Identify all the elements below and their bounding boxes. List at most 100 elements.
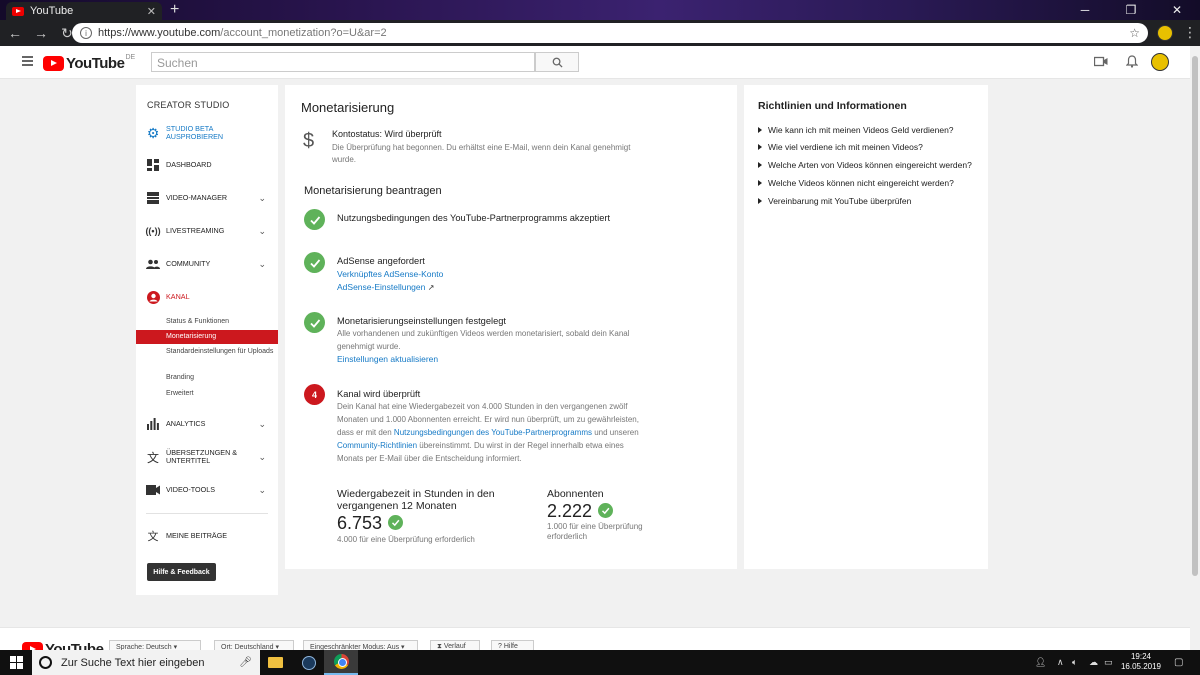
new-tab-icon[interactable]: +	[170, 1, 179, 19]
profile-avatar-icon[interactable]	[1157, 25, 1173, 41]
chevron-down-icon[interactable]: ⌄	[258, 226, 266, 237]
search-button[interactable]	[535, 52, 579, 72]
help-feedback-button[interactable]: Hilfe & Feedback	[147, 563, 216, 581]
guideline-link-label: Wie kann ich mit meinen Videos Geld verd…	[768, 125, 954, 135]
check-icon	[304, 209, 325, 230]
upload-video-icon[interactable]	[1093, 55, 1108, 70]
steam-taskbar-button[interactable]	[292, 650, 326, 675]
guideline-link[interactable]: Wie viel verdiene ich mit meinen Videos?	[758, 142, 923, 152]
sidebar-subitem-monetization[interactable]: Monetarisierung	[136, 330, 278, 344]
sidebar-item-label: ANALYTICS	[166, 419, 206, 428]
tab-close-icon[interactable]: ✕	[147, 5, 156, 18]
update-settings-link[interactable]: Einstellungen aktualisieren	[337, 354, 438, 364]
site-info-icon[interactable]: i	[80, 27, 92, 39]
menu-icon[interactable]	[22, 56, 33, 68]
sidebar-item-kanal[interactable]: KANAL	[136, 290, 278, 304]
sidebar-item-my-contributions[interactable]: 文 MEINE BEITRÄGE	[136, 529, 278, 543]
sidebar-item-dashboard[interactable]: DASHBOARD	[136, 158, 278, 172]
taskbar-search-box[interactable]: Zur Suche Text hier eingeben 🎤︎	[32, 650, 260, 675]
check-icon	[304, 312, 325, 333]
account-avatar[interactable]	[1151, 53, 1169, 71]
guidelines-panel: Richtlinien und Informationen Wie kann i…	[744, 85, 988, 569]
action-center-icon[interactable]: ▢	[1174, 657, 1183, 668]
sidebar-item-translations[interactable]: 文 ÜBERSETZUNGEN & UNTERTITEL ⌄	[136, 449, 278, 465]
logo-text: YouTube	[66, 55, 125, 72]
sidebar-item-video-manager[interactable]: VIDEO-MANAGER ⌄	[136, 191, 278, 205]
sidebar-item-studio-beta[interactable]: ⚙ STUDIO BETA AUSPROBIEREN	[136, 125, 278, 141]
step-terms-accepted: Nutzungsbedingungen des YouTube-Partnerp…	[337, 213, 611, 223]
sidebar-subitem-upload-defaults[interactable]: Standardeinstellungen für Uploads	[136, 347, 278, 357]
guideline-link-label: Wie viel verdiene ich mit meinen Videos?	[768, 142, 923, 152]
guideline-link[interactable]: Welche Arten von Videos können eingereic…	[758, 160, 972, 170]
volume-icon[interactable]: 🔈︎	[1072, 657, 1077, 668]
video-camera-icon	[146, 483, 160, 497]
onedrive-cloud-icon[interactable]: ☁	[1089, 657, 1098, 668]
guideline-link[interactable]: Vereinbarung mit YouTube überprüfen	[758, 196, 911, 206]
notifications-bell-icon[interactable]	[1125, 55, 1139, 71]
scrollbar-thumb[interactable]	[1192, 56, 1198, 576]
subscribers-label: Abonnenten	[547, 488, 604, 500]
help-label: Hilfe	[503, 643, 518, 650]
network-icon[interactable]: ▭	[1104, 657, 1113, 668]
check-icon	[598, 503, 613, 518]
sidebar-item-community[interactable]: COMMUNITY ⌄	[136, 257, 278, 271]
guideline-link[interactable]: Welche Videos können nicht eingereicht w…	[758, 178, 954, 188]
bookmark-star-icon[interactable]: ☆	[1129, 26, 1140, 40]
tray-expand-icon[interactable]: ∧	[1057, 657, 1064, 668]
steam-icon	[302, 655, 316, 670]
guideline-link-label: Welche Videos können nicht eingereicht w…	[768, 178, 954, 188]
back-icon[interactable]: ←	[4, 25, 26, 41]
browser-tabstrip: YouTube ✕ + ─ ❐ ✕	[0, 0, 1200, 20]
sidebar-item-label: VIDEO-TOOLS	[166, 485, 215, 494]
sidebar-divider	[146, 513, 268, 514]
chrome-taskbar-button[interactable]	[324, 650, 358, 675]
linked-adsense-account-link[interactable]: Verknüpftes AdSense-Konto	[337, 269, 443, 279]
forward-icon[interactable]: →	[30, 25, 52, 41]
page-scrollbar[interactable]	[1190, 46, 1200, 650]
windows-start-icon[interactable]	[10, 656, 23, 669]
channel-account-icon	[146, 290, 160, 304]
history-label: Verlauf	[443, 643, 466, 650]
minimize-icon[interactable]: ─	[1062, 0, 1108, 20]
chevron-down-icon[interactable]: ⌄	[258, 193, 266, 204]
sidebar-item-livestreaming[interactable]: ((•)) LIVESTREAMING ⌄	[136, 224, 278, 238]
community-guidelines-link[interactable]: Community-Richtlinien	[337, 441, 417, 450]
youtube-logo[interactable]: YouTube DE	[43, 54, 135, 72]
chevron-down-icon[interactable]: ⌄	[258, 452, 266, 463]
chevron-down-icon[interactable]: ⌄	[258, 419, 266, 430]
browser-menu-icon[interactable]: ⋮	[1183, 24, 1197, 41]
people-icon[interactable]: 👤︎	[1035, 657, 1046, 668]
url-host: https://www.youtube.com	[98, 27, 221, 39]
folder-icon	[267, 657, 283, 668]
file-explorer-taskbar-button[interactable]	[258, 650, 292, 675]
adsense-settings-link[interactable]: AdSense-Einstellungen ↗	[337, 282, 434, 292]
dollar-icon: $	[303, 130, 315, 152]
cortana-icon	[39, 656, 52, 669]
browser-tab[interactable]: YouTube ✕	[6, 2, 162, 20]
search-input[interactable]: Suchen	[151, 52, 535, 72]
youtube-favicon-icon	[12, 6, 24, 16]
check-icon	[388, 515, 403, 530]
url-text: https://www.youtube.com/account_monetiza…	[98, 27, 1129, 39]
search-icon	[552, 57, 563, 68]
chevron-down-icon[interactable]: ⌄	[258, 259, 266, 270]
microphone-icon[interactable]: 🎤︎	[239, 657, 252, 668]
sidebar-item-video-tools[interactable]: VIDEO-TOOLS ⌄	[136, 483, 278, 497]
chevron-down-icon[interactable]: ⌄	[258, 485, 266, 496]
triangle-right-icon	[758, 144, 762, 150]
sidebar-item-analytics[interactable]: ANALYTICS ⌄	[136, 417, 278, 431]
address-bar[interactable]: i https://www.youtube.com/account_moneti…	[72, 23, 1148, 43]
partner-program-terms-link[interactable]: Nutzungsbedingungen des YouTube-Partnerp…	[394, 428, 592, 437]
restore-icon[interactable]: ❐	[1108, 0, 1154, 20]
sidebar-subitem-branding[interactable]: Branding	[136, 373, 278, 383]
guideline-link[interactable]: Wie kann ich mit meinen Videos Geld verd…	[758, 125, 954, 135]
history-icon: ⧗	[437, 643, 442, 650]
taskbar-search-placeholder: Zur Suche Text hier eingeben	[61, 656, 205, 669]
taskbar-clock[interactable]: 19:24 16.05.2019	[1119, 652, 1163, 672]
check-icon	[304, 252, 325, 273]
close-window-icon[interactable]: ✕	[1154, 0, 1200, 20]
help-icon: ?	[498, 643, 502, 650]
triangle-right-icon	[758, 198, 762, 204]
sidebar-subitem-status[interactable]: Status & Funktionen	[136, 317, 278, 327]
sidebar-subitem-advanced[interactable]: Erweitert	[136, 389, 278, 399]
